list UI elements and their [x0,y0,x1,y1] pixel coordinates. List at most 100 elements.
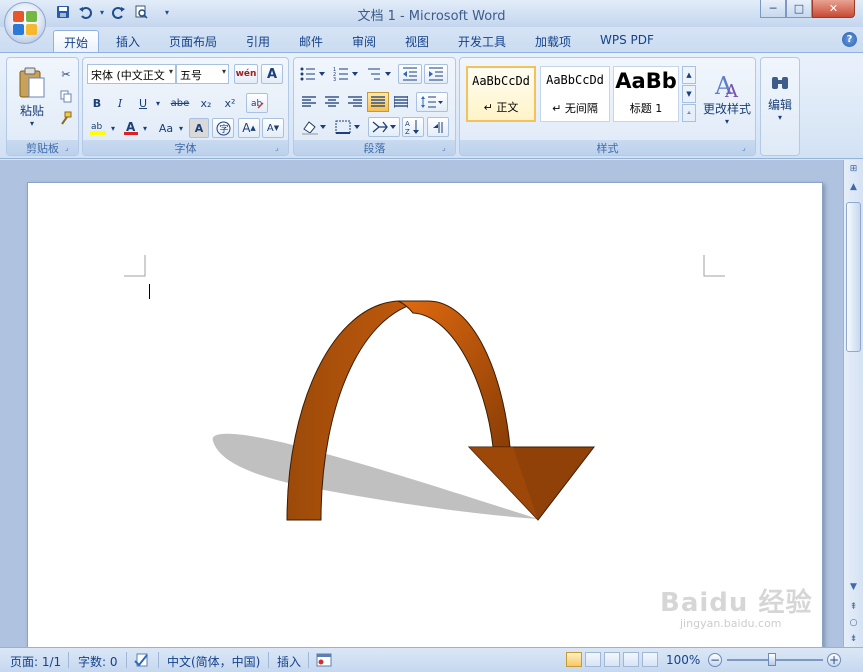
borders-icon[interactable] [332,117,364,137]
underline-button[interactable]: U [133,93,153,113]
ruler-toggle-icon[interactable]: ⊞ [846,162,861,176]
styles-scroll-down-icon[interactable]: ▼ [682,85,696,103]
decrease-indent-icon[interactable] [398,64,422,84]
scroll-down-icon[interactable]: ▼ [846,580,861,594]
outline-view-icon[interactable] [623,652,639,667]
highlight-dropdown-icon[interactable]: ▾ [109,118,117,138]
styles-launcher-icon[interactable]: ⌟ [742,143,752,153]
editing-button[interactable]: 编辑 ▾ [763,62,797,134]
align-right-icon[interactable] [344,92,366,112]
office-button[interactable] [4,2,46,44]
window-title: 文档 1 - Microsoft Word [357,9,506,24]
print-layout-view-icon[interactable] [566,652,582,667]
scroll-thumb[interactable] [846,202,861,352]
style-no-spacing-sample: AaBbCcDd [546,73,604,87]
tab-references[interactable]: 引用 [236,30,280,53]
select-browse-object-icon[interactable]: ○ [846,616,861,630]
font-name-select[interactable]: 宋体 (中文正文 ▾ [87,64,176,84]
zoom-level[interactable]: 100% [666,653,700,667]
underline-dropdown-icon[interactable]: ▾ [153,93,163,113]
font-size-select[interactable]: 五号 ▾ [176,64,229,84]
status-bar: 页面: 1/1 字数: 0 中文(简体，中国) 插入 100% − + [0,647,863,672]
tab-developer[interactable]: 开发工具 [448,30,516,53]
close-button[interactable]: ✕ [812,0,855,18]
phonetic-guide-icon[interactable]: wén [234,64,258,84]
tab-addins[interactable]: 加载项 [525,30,581,53]
tab-home[interactable]: 开始 [53,30,100,53]
justify-icon[interactable] [367,92,389,112]
paste-icon [19,67,45,98]
italic-button[interactable]: I [110,93,130,113]
change-case-dropdown-icon[interactable]: ▾ [177,118,185,138]
style-normal[interactable]: AaBbCcDd ↵ 正文 [466,66,536,122]
tab-view[interactable]: 视图 [395,30,439,53]
shrink-font-icon[interactable]: A ▼ [262,118,284,138]
status-insert-mode[interactable]: 插入 [277,653,301,670]
show-marks-icon[interactable] [427,117,449,137]
style-no-spacing[interactable]: AaBbCcDd ↵ 无间隔 [540,66,610,122]
paragraph-launcher-icon[interactable]: ⌟ [442,143,452,153]
status-language[interactable]: 中文(简体，中国) [167,653,260,670]
zoom-slider-thumb[interactable] [768,653,776,666]
clipboard-launcher-icon[interactable]: ⌟ [65,143,75,153]
scroll-up-icon[interactable]: ▲ [846,180,861,194]
status-word-count[interactable]: 字数: 0 [78,653,118,670]
status-page[interactable]: 页面: 1/1 [10,653,61,670]
web-layout-view-icon[interactable] [604,652,620,667]
clipboard-group: 粘贴 ▾ ✂ 剪贴板 ⌟ [6,57,79,156]
text-effects-icon[interactable]: ab [246,93,268,113]
document-area[interactable] [0,160,843,652]
tab-insert[interactable]: 插入 [106,30,150,53]
bullets-icon[interactable] [298,64,328,84]
numbering-icon[interactable]: 123 [331,64,361,84]
full-screen-reading-view-icon[interactable] [585,652,601,667]
sort-icon[interactable]: AZ [402,117,424,137]
font-color-dropdown-icon[interactable]: ▾ [141,118,149,138]
enclose-characters-icon[interactable]: 字 [212,118,234,138]
shading-icon[interactable] [298,117,330,137]
line-spacing-icon[interactable] [416,92,448,112]
tab-mailings[interactable]: 邮件 [289,30,333,53]
style-heading-1[interactable]: AaBb 标题 1 [613,66,679,122]
format-painter-icon[interactable] [56,108,76,128]
font-color-icon[interactable]: A [121,118,141,138]
bold-button[interactable]: B [87,93,107,113]
character-shading-icon[interactable]: A [189,118,209,138]
subscript-button[interactable]: x₂ [195,93,217,113]
vertical-scrollbar[interactable]: ⊞ ▲ ▼ ⇞ ○ ⇟ [843,160,863,647]
clear-formatting-icon[interactable]: A [261,64,283,84]
tab-page-layout[interactable]: 页面布局 [159,30,227,53]
help-button[interactable]: ? [842,32,857,47]
paste-button[interactable]: 粘贴 ▾ [11,62,53,132]
font-launcher-icon[interactable]: ⌟ [275,143,285,153]
styles-more-icon[interactable]: ⩡ [682,104,696,122]
highlight-color-icon[interactable]: ab [87,118,109,138]
change-styles-button[interactable]: AA 更改样式 ▾ [700,62,754,134]
align-center-icon[interactable] [321,92,343,112]
align-left-icon[interactable] [298,92,320,112]
grow-font-icon[interactable]: A ▲ [238,118,260,138]
next-page-icon[interactable]: ⇟ [846,632,861,646]
zoom-in-button[interactable]: + [827,653,841,667]
svg-text:A: A [126,120,136,134]
superscript-button[interactable]: x² [219,93,241,113]
strikethrough-button[interactable]: abe [167,93,193,113]
cut-icon[interactable]: ✂ [56,64,76,84]
proofing-icon[interactable] [134,653,152,670]
distributed-align-icon[interactable] [390,92,412,112]
curved-arrow-shape[interactable] [203,293,603,523]
minimize-button[interactable]: ─ [760,0,786,18]
styles-scroll-up-icon[interactable]: ▲ [682,66,696,84]
increase-indent-icon[interactable] [424,64,448,84]
change-case-button[interactable]: Aa [153,118,179,138]
chinese-layout-icon[interactable] [368,117,400,137]
previous-page-icon[interactable]: ⇞ [846,600,861,614]
tab-wps-pdf[interactable]: WPS PDF [590,30,664,53]
copy-icon[interactable] [56,86,76,106]
tab-review[interactable]: 审阅 [342,30,386,53]
macro-record-icon[interactable] [316,653,332,670]
zoom-out-button[interactable]: − [708,653,722,667]
draft-view-icon[interactable] [642,652,658,667]
multilevel-list-icon[interactable] [364,64,394,84]
maximize-button[interactable]: □ [786,0,812,18]
